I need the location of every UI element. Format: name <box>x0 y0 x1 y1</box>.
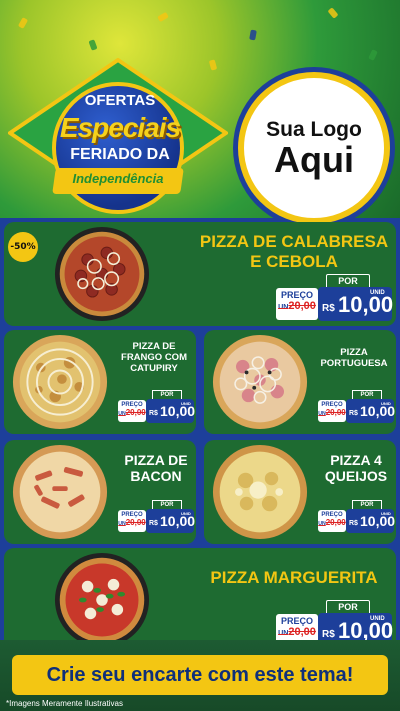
badge-feriado: FERIADO DA <box>70 146 170 163</box>
currency: R$ <box>322 629 335 640</box>
confetti-decoration <box>368 49 378 61</box>
old-price: UN20,00 <box>118 518 146 527</box>
pizza-calabresa-image <box>54 226 150 322</box>
price-tag: POR PREÇO UN20,00 R$ 10,00 UNID <box>318 390 395 424</box>
pizza-portuguesa-image <box>212 334 308 430</box>
new-price-box: R$ 10,00 UNID <box>146 399 195 423</box>
logo-placeholder[interactable]: Sua Logo Aqui <box>238 72 390 224</box>
old-price: UN20,00 <box>318 408 346 417</box>
unid-label: UNID <box>370 290 385 296</box>
unid-label: UNID <box>181 401 191 406</box>
currency: R$ <box>349 520 358 527</box>
por-label: POR <box>326 274 370 288</box>
product-title: PIZZA 4 QUEIJOS <box>324 452 388 485</box>
confetti-decoration <box>327 7 339 19</box>
preco-label: PREÇO <box>280 616 313 626</box>
badge-ofertas: OFERTAS <box>84 92 156 109</box>
unid-label: UNID <box>381 511 391 516</box>
preco-label: PREÇO <box>280 290 313 300</box>
old-price-box: PREÇO UN20,00 <box>118 400 146 422</box>
old-price: UN20,00 <box>118 408 146 417</box>
old-price-box: PREÇO UN20,00 <box>276 288 318 320</box>
price-tag: POR PREÇO UN20,00 R$ 10,00 UNID <box>118 500 195 534</box>
unid-label: UNID <box>381 401 391 406</box>
pizza-frango-image <box>12 334 108 430</box>
confetti-decoration <box>88 39 98 51</box>
old-price-box: PREÇO UN20,00 <box>118 510 146 532</box>
confetti-decoration <box>17 17 29 29</box>
confetti-decoration <box>249 29 257 41</box>
price-tag: POR PREÇO UN20,00 R$ 10,00 UNID <box>276 274 393 322</box>
pizza-bacon-image <box>12 444 108 540</box>
old-price-box: PREÇO UN20,00 <box>318 400 346 422</box>
badge-independencia: Independência <box>72 171 164 186</box>
currency: R$ <box>149 520 158 527</box>
confetti-decoration <box>157 11 169 23</box>
cta-banner[interactable]: Crie seu encarte com este tema! <box>12 655 388 695</box>
product-title: PIZZA DE BACON <box>124 452 188 485</box>
old-price-box: PREÇO UN20,00 <box>318 510 346 532</box>
new-price-box: R$ 10,00 UNID <box>346 399 395 423</box>
disclaimer-text: *Imagens Meramente Ilustrativas <box>6 699 123 708</box>
pizza-4-queijos-image <box>212 444 308 540</box>
new-price-box: R$ 10,00 UNID <box>146 509 195 533</box>
currency: R$ <box>349 410 358 417</box>
price-tag: POR PREÇO UN20,00 R$ 10,00 UNID <box>318 500 395 534</box>
por-label: POR <box>326 600 370 614</box>
product-title: PIZZA DE FRANGO COM CATUPIRY <box>121 341 187 374</box>
new-price-box: R$ 10,00 UNID <box>318 287 393 321</box>
old-price: UN20,00 <box>318 518 346 527</box>
currency: R$ <box>322 303 335 314</box>
unid-label: UNID <box>370 616 385 622</box>
price-tag: POR PREÇO UN20,00 R$ 10,00 UNID <box>118 390 195 424</box>
currency: R$ <box>149 410 158 417</box>
new-price-box: R$ 10,00 UNID <box>346 509 395 533</box>
product-title: PIZZA MARGUERITA <box>210 568 378 587</box>
badge-especiais: Especiais <box>59 112 181 143</box>
pizza-marguerita-image <box>54 552 150 648</box>
product-title: PIZZA DE CALABRESA E CEBOLA <box>199 232 389 272</box>
old-price: UN20,00 <box>278 300 316 312</box>
unid-label: UNID <box>181 511 191 516</box>
logo-line2: Aqui <box>274 139 354 180</box>
old-price: UN20,00 <box>278 626 316 638</box>
product-title: PIZZA PORTUGUESA <box>320 347 388 369</box>
discount-badge: -50% <box>8 232 38 262</box>
